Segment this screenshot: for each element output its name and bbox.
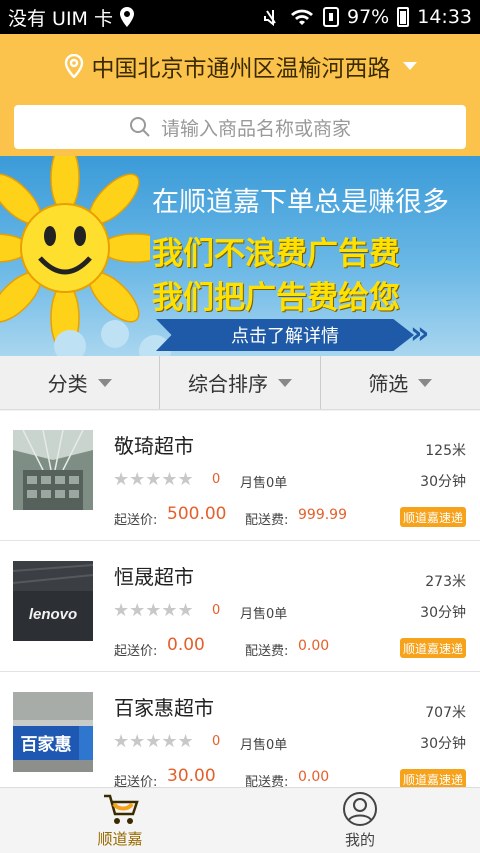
chevron-down-icon xyxy=(97,378,112,387)
chevron-down-icon xyxy=(277,378,292,387)
delivery-time: 30分钟 xyxy=(420,474,466,490)
wifi-icon xyxy=(291,9,313,25)
clock: 14:33 xyxy=(417,6,472,28)
monthly-sales: 月售0单 xyxy=(240,738,288,753)
store-name: 百家惠超市 xyxy=(114,696,214,720)
store-name: 敬琦超市 xyxy=(114,434,194,458)
store-distance: 125米 xyxy=(425,443,466,459)
tab-profile[interactable]: 我的 xyxy=(240,788,480,853)
store-thumbnail xyxy=(13,430,93,510)
min-order-label: 起送价: xyxy=(114,513,158,528)
rating-stars-icon: ★★★★★ xyxy=(113,731,194,752)
filter-screen-label: 筛选 xyxy=(368,372,409,396)
delivery-fee-value: 0.00 xyxy=(298,769,330,785)
delivery-fee-label: 配送费: xyxy=(245,644,289,659)
location-selector[interactable]: 中国北京市通州区温榆河西路 xyxy=(0,48,480,84)
min-order-value: 500.00 xyxy=(167,504,227,524)
baijiahui-sign-text: 百家惠 xyxy=(21,734,72,755)
banner-line2: 我们不浪费广告费 xyxy=(152,236,400,272)
filter-bar: 分类 综合排序 筛选 xyxy=(0,356,480,410)
status-bar: 没有 UIM 卡 97% 14:33 xyxy=(0,0,480,34)
filter-sort[interactable]: 综合排序 xyxy=(160,356,321,409)
lenovo-logo-text: lenovo xyxy=(29,606,77,623)
store-item[interactable]: 敬琦超市 125米 ★★★★★ 0 月售0单 30分钟 起送价: 500.00 … xyxy=(0,411,480,541)
promo-banner[interactable]: 在顺道嘉下单总是赚很多 我们不浪费广告费 我们把广告费给您 点击了解详情 » xyxy=(0,156,480,356)
filter-category-label: 分类 xyxy=(47,372,88,396)
banner-line3: 我们把广告费给您 xyxy=(152,280,400,316)
search-placeholder: 请输入商品名称或商家 xyxy=(160,117,351,140)
delivery-badge: 顺道嘉速递 xyxy=(399,638,466,658)
delivery-fee-value: 999.99 xyxy=(298,507,347,523)
monthly-sales: 月售0单 xyxy=(240,476,288,491)
rating-value: 0 xyxy=(212,603,221,618)
store-name: 恒晟超市 xyxy=(114,565,194,589)
delivery-fee-label: 配送费: xyxy=(245,775,289,787)
mute-icon xyxy=(264,10,276,27)
store-distance: 273米 xyxy=(425,574,466,590)
delivery-time: 30分钟 xyxy=(420,736,466,752)
chevron-down-icon xyxy=(418,378,433,387)
banner-cta-label: 点击了解详情 xyxy=(231,326,339,347)
store-distance: 707米 xyxy=(425,705,466,721)
min-order-label: 起送价: xyxy=(114,775,158,787)
store-item[interactable]: lenovo 恒晟超市 273米 ★★★★★ 0 月售0单 30分钟 起送价: … xyxy=(0,542,480,672)
filter-screen[interactable]: 筛选 xyxy=(321,356,480,409)
tab-shundaojia[interactable]: 顺道嘉 xyxy=(0,788,240,853)
delivery-badge: 顺道嘉速递 xyxy=(399,507,466,527)
filter-sort-label: 综合排序 xyxy=(187,372,268,396)
monthly-sales: 月售0单 xyxy=(240,607,288,622)
chevron-down-icon xyxy=(402,62,417,70)
min-order-value: 0.00 xyxy=(167,635,205,655)
delivery-fee-value: 0.00 xyxy=(298,638,330,654)
location-text: 中国北京市通州区温榆河西路 xyxy=(91,56,391,82)
rating-stars-icon: ★★★★★ xyxy=(113,600,194,621)
location-pin-icon xyxy=(64,54,83,78)
rating-value: 0 xyxy=(212,472,221,487)
rating-value: 0 xyxy=(212,734,221,749)
filter-category[interactable]: 分类 xyxy=(0,356,161,409)
search-icon xyxy=(129,117,150,137)
battery-percent: 97% xyxy=(347,6,390,28)
min-order-label: 起送价: xyxy=(114,644,158,659)
store-thumbnail: 百家惠 xyxy=(13,692,93,772)
min-order-value: 30.00 xyxy=(167,766,216,786)
header: 中国北京市通州区温榆河西路 请输入商品名称或商家 xyxy=(0,34,480,156)
rating-stars-icon: ★★★★★ xyxy=(113,469,194,490)
cart-icon xyxy=(104,794,139,824)
bottom-tab-bar: 顺道嘉 我的 xyxy=(0,787,480,853)
tab-profile-label: 我的 xyxy=(344,831,375,849)
delivery-badge: 顺道嘉速递 xyxy=(399,769,466,787)
search-input[interactable]: 请输入商品名称或商家 xyxy=(14,105,466,149)
store-item[interactable]: 百家惠 百家惠超市 707米 ★★★★★ 0 月售0单 30分钟 起送价: 30… xyxy=(0,673,480,787)
tab-shundaojia-label: 顺道嘉 xyxy=(97,830,143,848)
sim-icon xyxy=(323,7,339,27)
location-status-icon xyxy=(119,7,134,27)
carrier-text: 没有 UIM 卡 xyxy=(8,7,113,30)
user-icon xyxy=(343,792,377,826)
store-list: 敬琦超市 125米 ★★★★★ 0 月售0单 30分钟 起送价: 500.00 … xyxy=(0,411,480,787)
double-chevron-right-icon: » xyxy=(410,316,430,351)
delivery-fee-label: 配送费: xyxy=(245,513,289,528)
banner-cta-button[interactable]: 点击了解详情 xyxy=(156,319,414,351)
banner-line1: 在顺道嘉下单总是赚很多 xyxy=(152,187,449,218)
delivery-time: 30分钟 xyxy=(420,605,466,621)
store-thumbnail: lenovo xyxy=(13,561,93,641)
battery-icon xyxy=(397,7,410,27)
